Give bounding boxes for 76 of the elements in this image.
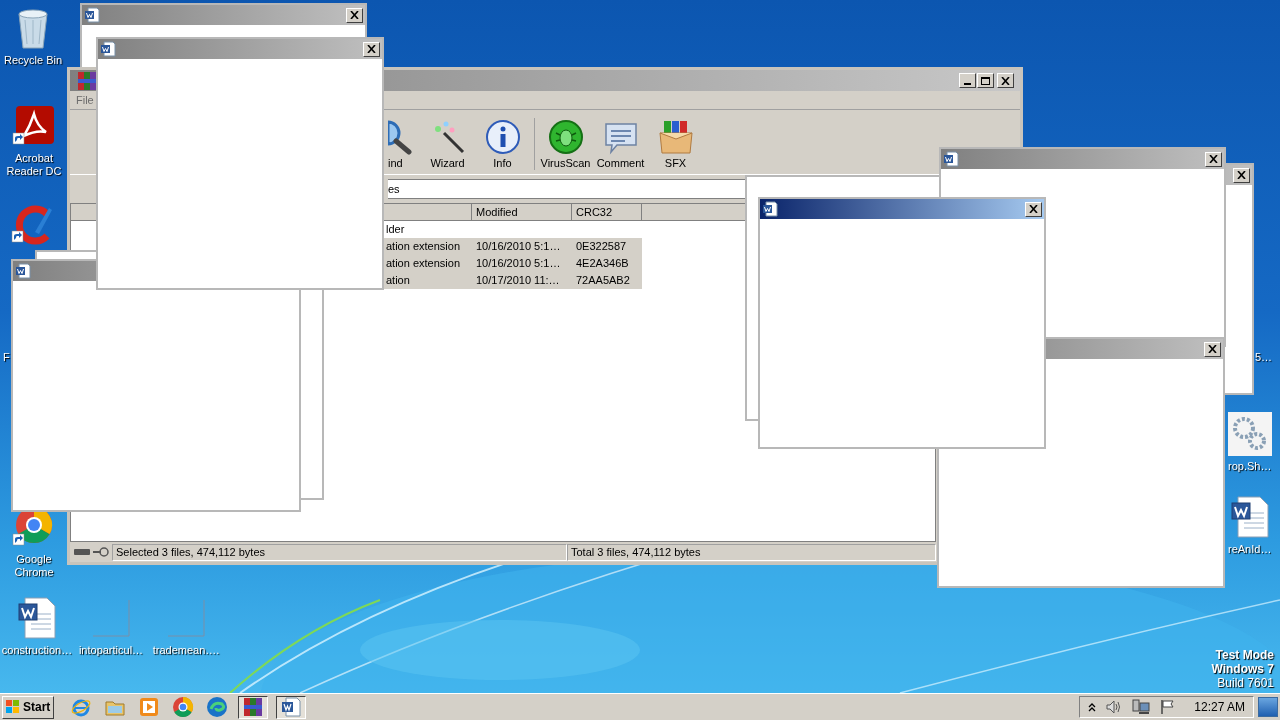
gear-icon [1228,412,1272,456]
table-cell-text: lder [385,222,406,238]
icon-label[interactable]: F [3,351,10,364]
file-row[interactable]: ation 10/17/2010 11:… 72AA5AB2 [384,272,642,289]
toolbar-button[interactable]: ind [388,119,420,170]
browser-wave-icon [206,696,228,718]
icon-label[interactable]: 5… [1255,351,1273,364]
address-field[interactable]: es [388,179,748,199]
word-icon [762,201,778,217]
close-button[interactable] [363,41,380,57]
toolbar-button[interactable]: Comment [593,119,648,170]
books-icon [76,69,98,92]
close-button[interactable] [346,7,363,23]
flag-icon[interactable] [1160,699,1177,715]
maximize-icon [981,76,990,85]
icon-label[interactable]: Acrobat Reader DC [2,152,66,178]
drive-icon [74,548,90,556]
table-cell-text: ation extension [385,256,461,272]
close-button[interactable] [1205,151,1222,167]
windows-logo-icon [5,699,21,715]
clock[interactable]: 12:27 AM [1194,698,1245,716]
table-cell-text: 4E2A346B [575,256,630,272]
table-cell-text: 72AA5AB2 [575,273,631,289]
network-icon[interactable] [1132,699,1151,715]
taskbar-button[interactable] [276,695,306,719]
magnifier-icon [388,119,412,155]
word-icon [84,7,100,23]
close-icon [367,45,376,53]
close-icon [1001,76,1010,85]
word-document-icon [1228,495,1272,539]
brush-app-icon [11,202,55,246]
close-button[interactable] [1233,167,1250,183]
system-notice: Build 7601 [1217,676,1274,690]
toolbar-button[interactable]: SFX [648,119,703,170]
word-icon [943,151,959,167]
minimize-button[interactable] [959,73,976,88]
close-icon [1029,205,1038,213]
close-icon [1237,171,1246,179]
key-icon [93,547,109,557]
minimize-icon [964,83,971,85]
icon-label[interactable]: Recycle Bin [3,54,63,67]
table-cell-text: 0E322587 [575,239,628,255]
close-button[interactable] [997,73,1014,88]
table-cell-text: 10/16/2010 5:1… [475,256,562,272]
speaker-icon[interactable] [1106,700,1123,714]
close-icon [350,11,359,19]
box-icon [657,119,694,155]
file-row[interactable]: ation extension 10/16/2010 5:1… 4E2A346B [384,255,642,272]
close-icon [1209,155,1218,163]
info-icon [484,119,521,155]
word-icon [100,41,116,57]
system-notice: Windows 7 [1211,662,1274,676]
chevron-up-icon[interactable] [1088,702,1097,712]
toolbar-button[interactable]: Info [475,119,530,170]
table-cell-text: 10/17/2010 11:… [475,273,561,289]
taskbar-button[interactable] [238,695,268,719]
status-text: Total 3 files, 474,112 bytes [567,543,936,561]
icon-label[interactable]: rop.Sh… [1228,460,1272,473]
table-cell-text: ation [385,273,411,289]
toolbar-button[interactable]: VirusScan [538,119,593,170]
close-button[interactable] [1025,201,1042,217]
document-app-icon [12,104,56,148]
close-button[interactable] [1204,341,1221,357]
books-icon [242,696,264,718]
table-cell-text: 10/16/2010 5:1… [475,239,562,255]
close-icon [1208,345,1217,353]
status-text: Selected 3 files, 474,112 bytes [112,543,567,561]
toolbar-button[interactable]: Wizard [420,119,475,170]
bug-icon [547,119,584,155]
file-row[interactable]: ation extension 10/16/2010 5:1… 0E322587 [384,238,642,255]
word-document-icon [15,596,59,640]
start-button[interactable]: Start [2,695,54,719]
table-cell-text: ation extension [385,239,461,255]
maximize-button[interactable] [977,73,994,88]
word-icon [15,263,31,279]
system-notice: Test Mode [1215,648,1274,662]
